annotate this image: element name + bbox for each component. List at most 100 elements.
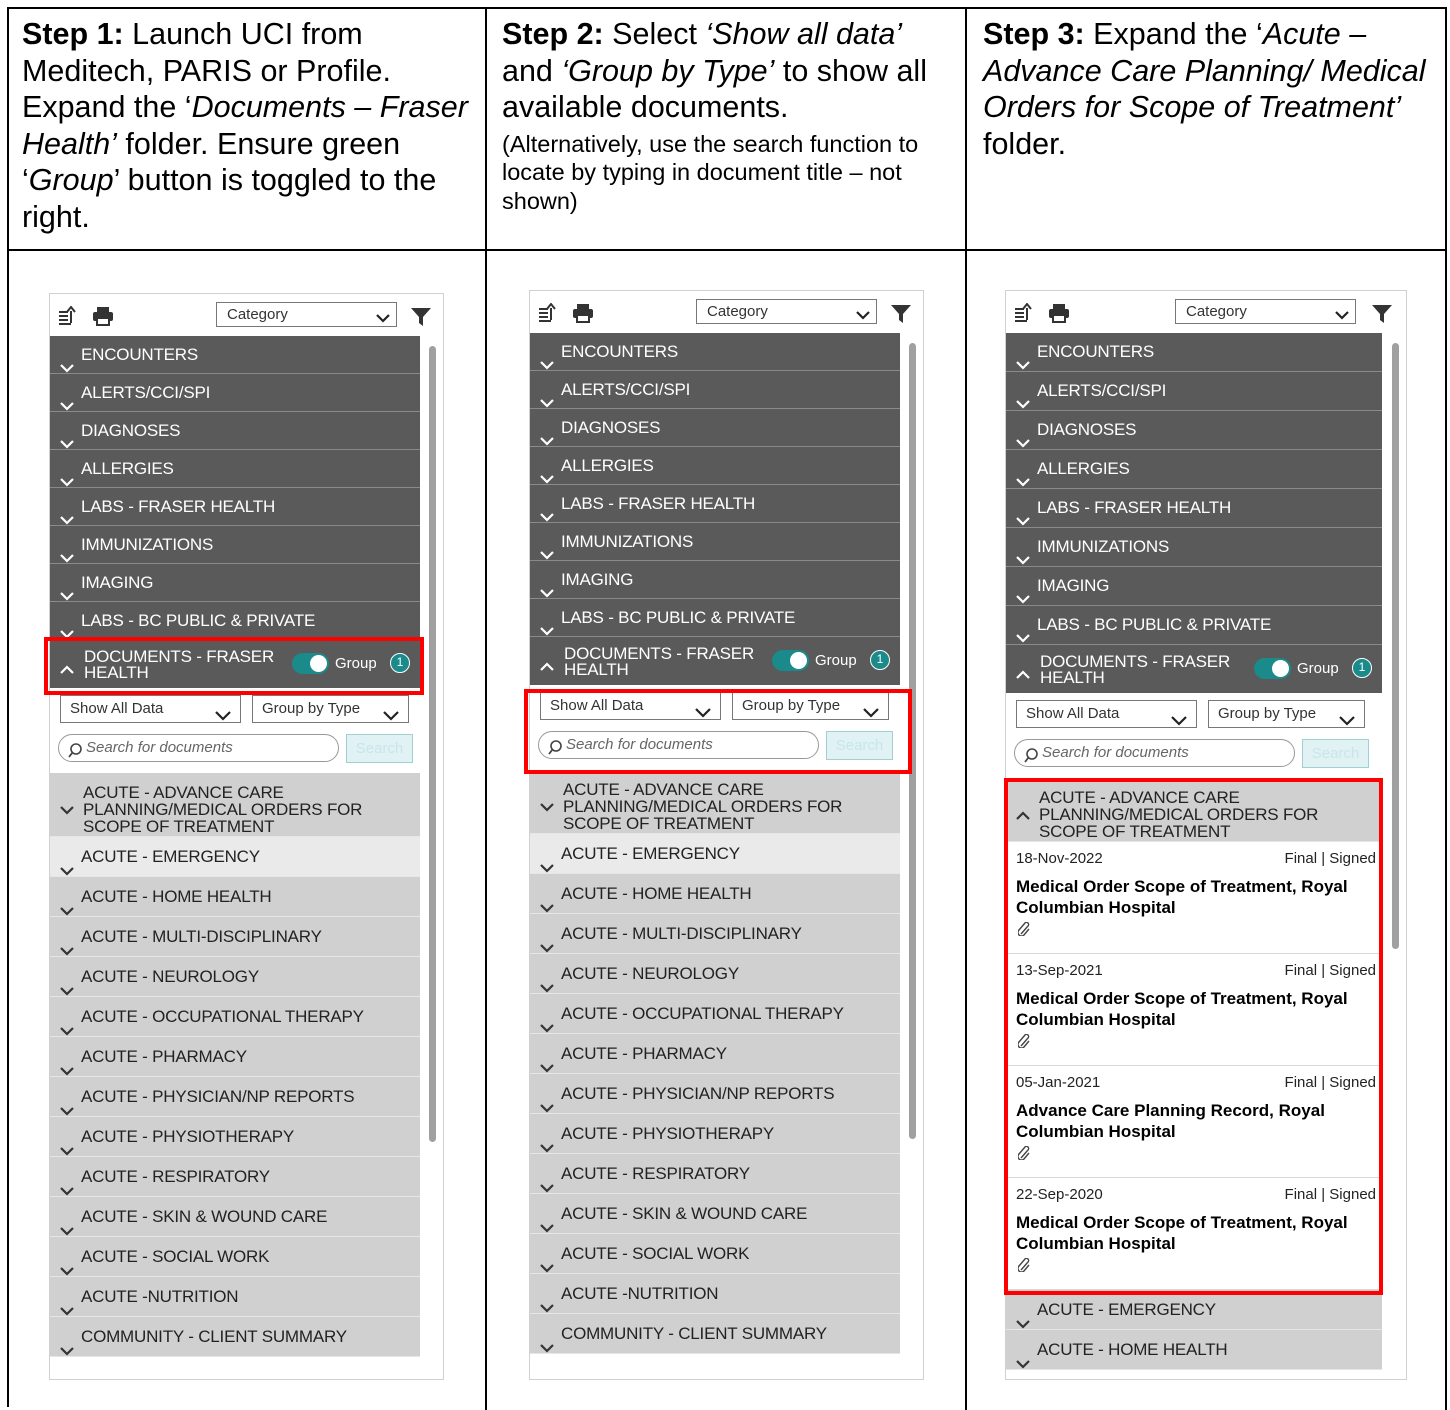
category-row-label: DIAGNOSES [81, 421, 181, 440]
subfolder-row[interactable]: ACUTE - EMERGENCY [530, 834, 900, 874]
subfolder-row-label: ACUTE - MULTI-DISCIPLINARY [561, 924, 802, 943]
search-input[interactable]: Search for documents [1014, 739, 1295, 767]
subfolder-row[interactable]: ACUTE - OCCUPATIONAL THERAPY [50, 997, 420, 1037]
category-row-label: LABS - BC PUBLIC & PRIVATE [81, 611, 316, 630]
chevron-down-icon [540, 928, 554, 953]
scrollbar[interactable] [429, 346, 436, 1142]
acp-folder-row[interactable]: ACUTE - ADVANCE CARE PLANNING/MEDICAL ORD… [530, 770, 900, 834]
group-toggle[interactable] [1254, 658, 1291, 679]
category-select[interactable]: Category [1175, 299, 1356, 324]
category-row[interactable]: ENCOUNTERS [50, 336, 420, 374]
search-button[interactable]: Search [346, 734, 413, 763]
subfolder-row[interactable]: ACUTE - PHYSIOTHERAPY [50, 1117, 420, 1157]
category-row-label: IMMUNIZATIONS [81, 535, 214, 554]
category-row[interactable]: ALLERGIES [50, 450, 420, 488]
subfolder-row[interactable]: ACUTE - EMERGENCY [1006, 1290, 1382, 1330]
category-row[interactable]: ALERTS/CCI/SPI [530, 371, 900, 409]
documents-folder-header[interactable]: DOCUMENTS - FRASER HEALTH Group 1 [530, 637, 900, 685]
subfolder-row[interactable]: COMMUNITY - CLIENT SUMMARY [50, 1317, 420, 1357]
chevron-down-icon [540, 1208, 554, 1233]
category-row[interactable]: LABS - BC PUBLIC & PRIVATE [530, 599, 900, 637]
category-row[interactable]: ENCOUNTERS [530, 333, 900, 371]
category-row[interactable]: LABS - FRASER HEALTH [530, 485, 900, 523]
subfolder-row-label: ACUTE - PHARMACY [81, 1047, 247, 1066]
search-input[interactable]: Search for documents [58, 734, 339, 762]
subfolder-row[interactable]: ACUTE - PHARMACY [530, 1034, 900, 1074]
subfolder-row-label: ACUTE - EMERGENCY [1037, 1300, 1216, 1319]
show-data-select[interactable]: Show All Data [60, 695, 241, 723]
export-icon[interactable] [58, 305, 80, 326]
export-icon[interactable] [1014, 302, 1036, 323]
print-icon[interactable] [1048, 303, 1070, 323]
subfolder-row[interactable]: ACUTE - HOME HEALTH [1006, 1330, 1382, 1370]
category-row[interactable]: ALLERGIES [530, 447, 900, 485]
search-button[interactable]: Search [1302, 739, 1369, 768]
subfolder-row[interactable]: ACUTE - HOME HEALTH [530, 874, 900, 914]
group-by-select[interactable]: Group by Type [1208, 700, 1365, 728]
panel-toolbar: Category [1006, 291, 1406, 333]
subfolder-row[interactable]: ACUTE - NEUROLOGY [530, 954, 900, 994]
category-row[interactable]: ALERTS/CCI/SPI [50, 374, 420, 412]
category-select[interactable]: Category [216, 302, 397, 327]
chevron-down-icon [1016, 424, 1030, 448]
scrollbar[interactable] [1392, 343, 1399, 949]
category-row[interactable]: ALERTS/CCI/SPI [1006, 372, 1382, 411]
filter-icon[interactable] [891, 304, 911, 324]
category-row[interactable]: IMMUNIZATIONS [530, 523, 900, 561]
subfolder-row-label: ACUTE - NEUROLOGY [561, 964, 739, 983]
category-row[interactable]: IMAGING [530, 561, 900, 599]
category-row[interactable]: ENCOUNTERS [1006, 333, 1382, 372]
category-row[interactable]: LABS - BC PUBLIC & PRIVATE [50, 602, 420, 640]
print-icon[interactable] [572, 303, 594, 323]
category-select[interactable]: Category [696, 299, 877, 324]
documents-folder-header[interactable]: DOCUMENTS - FRASER HEALTH Group 1 [1006, 645, 1382, 693]
subfolder-row[interactable]: ACUTE - HOME HEALTH [50, 877, 420, 917]
acp-folder-row[interactable]: ACUTE - ADVANCE CARE PLANNING/MEDICAL ORD… [50, 773, 420, 837]
chevron-down-icon [540, 1048, 554, 1073]
subfolder-row[interactable]: ACUTE - SKIN & WOUND CARE [50, 1197, 420, 1237]
instruction-text: Group [28, 163, 114, 198]
subfolder-row[interactable]: ACUTE - SKIN & WOUND CARE [530, 1194, 900, 1234]
subfolder-row[interactable]: ACUTE - RESPIRATORY [530, 1154, 900, 1194]
subfolder-row[interactable]: ACUTE - MULTI-DISCIPLINARY [530, 914, 900, 954]
subfolder-row[interactable]: ACUTE -NUTRITION [50, 1277, 420, 1317]
category-row[interactable]: IMMUNIZATIONS [1006, 528, 1382, 567]
chevron-down-icon [60, 1091, 74, 1116]
group-toggle[interactable] [772, 650, 809, 671]
category-row[interactable]: ALLERGIES [1006, 450, 1382, 489]
subfolder-row[interactable]: ACUTE - PHYSICIAN/NP REPORTS [50, 1077, 420, 1117]
category-row[interactable]: IMAGING [50, 564, 420, 602]
category-row[interactable]: DIAGNOSES [1006, 411, 1382, 450]
subfolder-row[interactable]: ACUTE - SOCIAL WORK [50, 1237, 420, 1277]
subfolder-row[interactable]: ACUTE - MULTI-DISCIPLINARY [50, 917, 420, 957]
subfolder-row[interactable]: ACUTE - NEUROLOGY [50, 957, 420, 997]
chevron-down-icon [1016, 502, 1030, 526]
subfolder-row[interactable]: COMMUNITY - CLIENT SUMMARY [530, 1314, 900, 1354]
subfolder-row[interactable]: ACUTE - OCCUPATIONAL THERAPY [530, 994, 900, 1034]
subfolder-row[interactable]: ACUTE - PHYSICIAN/NP REPORTS [530, 1074, 900, 1114]
filter-icon[interactable] [411, 307, 431, 327]
print-icon[interactable] [92, 306, 114, 326]
chevron-down-icon [60, 577, 74, 601]
category-row[interactable]: IMMUNIZATIONS [50, 526, 420, 564]
category-row[interactable]: LABS - FRASER HEALTH [50, 488, 420, 526]
subfolder-row[interactable]: ACUTE - SOCIAL WORK [530, 1234, 900, 1274]
subfolder-row[interactable]: ACUTE - RESPIRATORY [50, 1157, 420, 1197]
category-row[interactable]: DIAGNOSES [530, 409, 900, 447]
group-by-select[interactable]: Group by Type [252, 695, 409, 723]
subfolder-row-label: ACUTE - EMERGENCY [561, 844, 740, 863]
subfolder-row[interactable]: ACUTE - PHARMACY [50, 1037, 420, 1077]
filter-icon[interactable] [1372, 304, 1392, 324]
show-data-select[interactable]: Show All Data [1016, 700, 1197, 728]
filter-row: Show All Data Group by Type [1006, 700, 1382, 730]
subfolder-row[interactable]: ACUTE - EMERGENCY [50, 837, 420, 877]
subfolder-row[interactable]: ACUTE - PHYSIOTHERAPY [530, 1114, 900, 1154]
category-row[interactable]: IMAGING [1006, 567, 1382, 606]
instruction-text: Expand the ‘ [1084, 17, 1263, 51]
export-icon[interactable] [538, 302, 560, 323]
category-row[interactable]: LABS - BC PUBLIC & PRIVATE [1006, 606, 1382, 645]
category-row[interactable]: DIAGNOSES [50, 412, 420, 450]
uci-panel-step-2: Category ENCOUNTERS ALERTS/CCI/SPI DIAGNOSE… [529, 290, 924, 1380]
subfolder-row[interactable]: ACUTE -NUTRITION [530, 1274, 900, 1314]
category-row[interactable]: LABS - FRASER HEALTH [1006, 489, 1382, 528]
